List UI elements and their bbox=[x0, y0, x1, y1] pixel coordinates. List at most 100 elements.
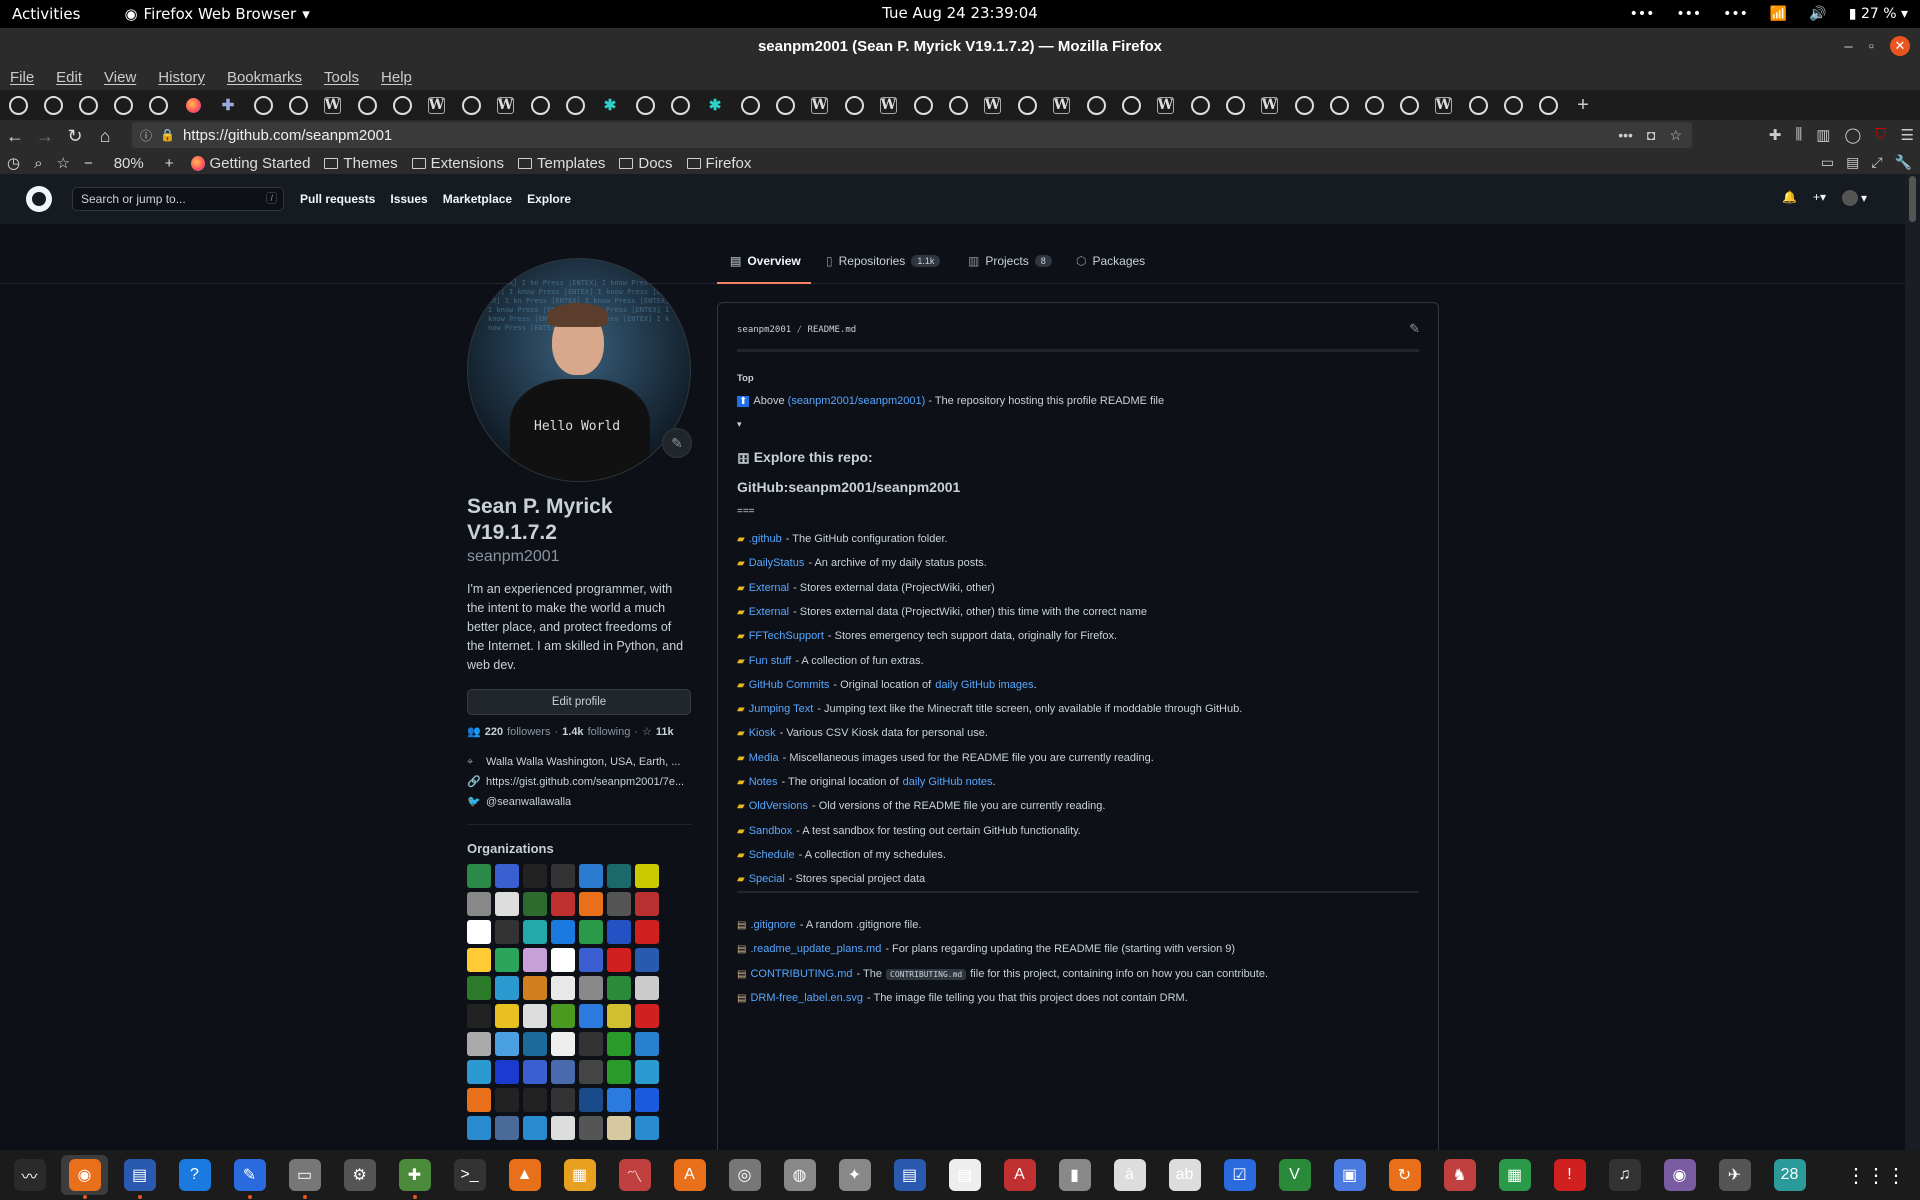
organization-avatar[interactable] bbox=[607, 948, 631, 972]
overflow-icon[interactable]: ••• bbox=[1676, 6, 1701, 22]
organization-avatar[interactable] bbox=[467, 1032, 491, 1056]
writer-icon[interactable]: ▤ bbox=[941, 1155, 988, 1195]
organization-avatar[interactable] bbox=[607, 1004, 631, 1028]
menu-edit[interactable]: Edit bbox=[56, 69, 82, 86]
organization-avatar[interactable] bbox=[523, 892, 547, 916]
maximize-button[interactable]: ▫ bbox=[1869, 38, 1874, 55]
organization-avatar[interactable] bbox=[467, 864, 491, 888]
menu-bookmarks[interactable]: Bookmarks bbox=[227, 69, 302, 86]
browser-tab[interactable] bbox=[146, 94, 170, 116]
organization-avatar[interactable] bbox=[495, 948, 519, 972]
camera-icon[interactable]: ◉ bbox=[1656, 1155, 1703, 1195]
organization-avatar[interactable] bbox=[523, 976, 547, 1000]
organization-avatar[interactable] bbox=[551, 920, 575, 944]
zoom-out-button[interactable]: − bbox=[84, 155, 93, 172]
browser-tab[interactable] bbox=[911, 94, 935, 116]
browser-tab[interactable] bbox=[76, 94, 100, 116]
github-logo-icon[interactable] bbox=[26, 186, 52, 212]
zoom-in-button[interactable]: + bbox=[165, 155, 174, 172]
firefox-icon[interactable]: ◉ bbox=[61, 1155, 108, 1199]
organization-avatar[interactable] bbox=[579, 864, 603, 888]
browser-tab[interactable]: ✚ bbox=[216, 94, 240, 116]
organization-avatar[interactable] bbox=[495, 864, 519, 888]
organization-avatar[interactable] bbox=[467, 892, 491, 916]
bookmark-extensions[interactable]: Extensions bbox=[411, 155, 504, 172]
folder-link[interactable]: Schedule bbox=[749, 849, 795, 861]
page-actions-icon[interactable]: ••• bbox=[1618, 127, 1633, 144]
vlc-icon[interactable]: ▲ bbox=[501, 1155, 548, 1195]
browser-tab[interactable]: W bbox=[811, 96, 828, 114]
browser-tab[interactable] bbox=[1327, 94, 1351, 116]
organization-avatar[interactable] bbox=[607, 892, 631, 916]
organization-avatar[interactable] bbox=[551, 1032, 575, 1056]
fullscreen-icon[interactable]: ⤢ bbox=[1871, 154, 1882, 171]
file-link[interactable]: .gitignore bbox=[750, 919, 795, 931]
help-icon[interactable]: ? bbox=[171, 1155, 218, 1195]
bell-icon[interactable]: 🔔 bbox=[1782, 190, 1797, 206]
organization-avatar[interactable] bbox=[635, 1116, 659, 1140]
browser-tab[interactable] bbox=[41, 94, 65, 116]
organization-avatar[interactable] bbox=[579, 1116, 603, 1140]
bookmark-firefox[interactable]: Firefox bbox=[686, 155, 751, 172]
url-text[interactable]: https://github.com/seanpm2001 bbox=[183, 127, 392, 144]
browser-tab[interactable] bbox=[1223, 94, 1247, 116]
plus-menu-icon[interactable]: +▾ bbox=[1813, 190, 1826, 206]
folder-link[interactable]: FFTechSupport bbox=[749, 630, 824, 642]
chart-icon[interactable]: 〽 bbox=[611, 1155, 658, 1195]
file-link[interactable]: DRM-free_label.en.svg bbox=[750, 992, 863, 1004]
game-icon[interactable]: ♞ bbox=[1436, 1155, 1483, 1195]
organization-avatar[interactable] bbox=[607, 1088, 631, 1112]
pocket-icon[interactable]: ◘ bbox=[1647, 127, 1655, 144]
browser-tab[interactable] bbox=[1466, 94, 1490, 116]
organization-avatar[interactable] bbox=[579, 1032, 603, 1056]
pdf-icon[interactable]: A bbox=[996, 1155, 1043, 1195]
browser-tab[interactable] bbox=[286, 94, 310, 116]
organization-avatar[interactable] bbox=[579, 1004, 603, 1028]
screenshot-icon[interactable]: ◎ bbox=[721, 1155, 768, 1195]
organization-avatar[interactable] bbox=[523, 1116, 547, 1140]
organization-avatar[interactable] bbox=[551, 948, 575, 972]
calendar-icon[interactable]: 28 bbox=[1766, 1155, 1813, 1195]
folder-link[interactable]: Kiosk bbox=[749, 727, 776, 739]
extensions-icon[interactable]: ✚ bbox=[1769, 126, 1782, 144]
browser-tab[interactable] bbox=[1188, 94, 1212, 116]
nav-marketplace[interactable]: Marketplace bbox=[443, 192, 512, 206]
nav-explore[interactable]: Explore bbox=[527, 192, 571, 206]
new-tab-button[interactable]: + bbox=[1571, 94, 1595, 116]
calc-icon[interactable]: ▦ bbox=[1491, 1155, 1538, 1195]
organization-avatar[interactable] bbox=[495, 1032, 519, 1056]
folder-desc-link[interactable]: daily GitHub images bbox=[935, 679, 1033, 691]
text-editor-icon[interactable]: ▤ bbox=[116, 1155, 163, 1199]
show-apps-icon[interactable]: ⋮⋮⋮ bbox=[1846, 1163, 1906, 1188]
organization-avatar[interactable] bbox=[635, 948, 659, 972]
bookmark-templates[interactable]: Templates bbox=[517, 155, 605, 172]
organization-avatar[interactable] bbox=[635, 1004, 659, 1028]
browser-tab[interactable] bbox=[1362, 94, 1386, 116]
browser-tab[interactable] bbox=[1536, 94, 1560, 116]
back-button[interactable]: ← bbox=[0, 126, 30, 147]
nav-pull-requests[interactable]: Pull requests bbox=[300, 192, 375, 206]
sidebar-icon[interactable]: ▥ bbox=[1816, 126, 1830, 144]
folder-link[interactable]: Fun stuff bbox=[749, 655, 792, 667]
battery-indicator[interactable]: ▮ 27 % ▾ bbox=[1849, 6, 1908, 22]
overflow-icon[interactable]: ••• bbox=[1723, 6, 1748, 22]
browser-tab[interactable]: W bbox=[497, 96, 514, 114]
page-scrollbar[interactable] bbox=[1905, 174, 1920, 1150]
stars-count[interactable]: 11k bbox=[656, 726, 674, 738]
organization-avatar[interactable] bbox=[635, 892, 659, 916]
organization-avatar[interactable] bbox=[495, 920, 519, 944]
avatar-menu[interactable]: ▾ bbox=[1841, 190, 1867, 206]
organization-avatar[interactable] bbox=[635, 920, 659, 944]
folder-link[interactable]: Special bbox=[749, 873, 785, 885]
browser-tab[interactable]: W bbox=[1053, 96, 1070, 114]
browser-tab[interactable]: W bbox=[984, 96, 1001, 114]
organization-avatar[interactable] bbox=[467, 1060, 491, 1084]
prefs-icon[interactable]: ✦ bbox=[831, 1155, 878, 1195]
reader-icon[interactable]: ▤ bbox=[1846, 154, 1859, 171]
browser-tab[interactable] bbox=[528, 94, 552, 116]
organization-avatar[interactable] bbox=[607, 976, 631, 1000]
bookmark-getting-started[interactable]: Getting Started bbox=[191, 155, 311, 172]
organization-avatar[interactable] bbox=[523, 1032, 547, 1056]
tab-projects[interactable]: ▥ Projects 8 bbox=[968, 254, 1052, 268]
disk-icon[interactable]: ◍ bbox=[776, 1155, 823, 1195]
